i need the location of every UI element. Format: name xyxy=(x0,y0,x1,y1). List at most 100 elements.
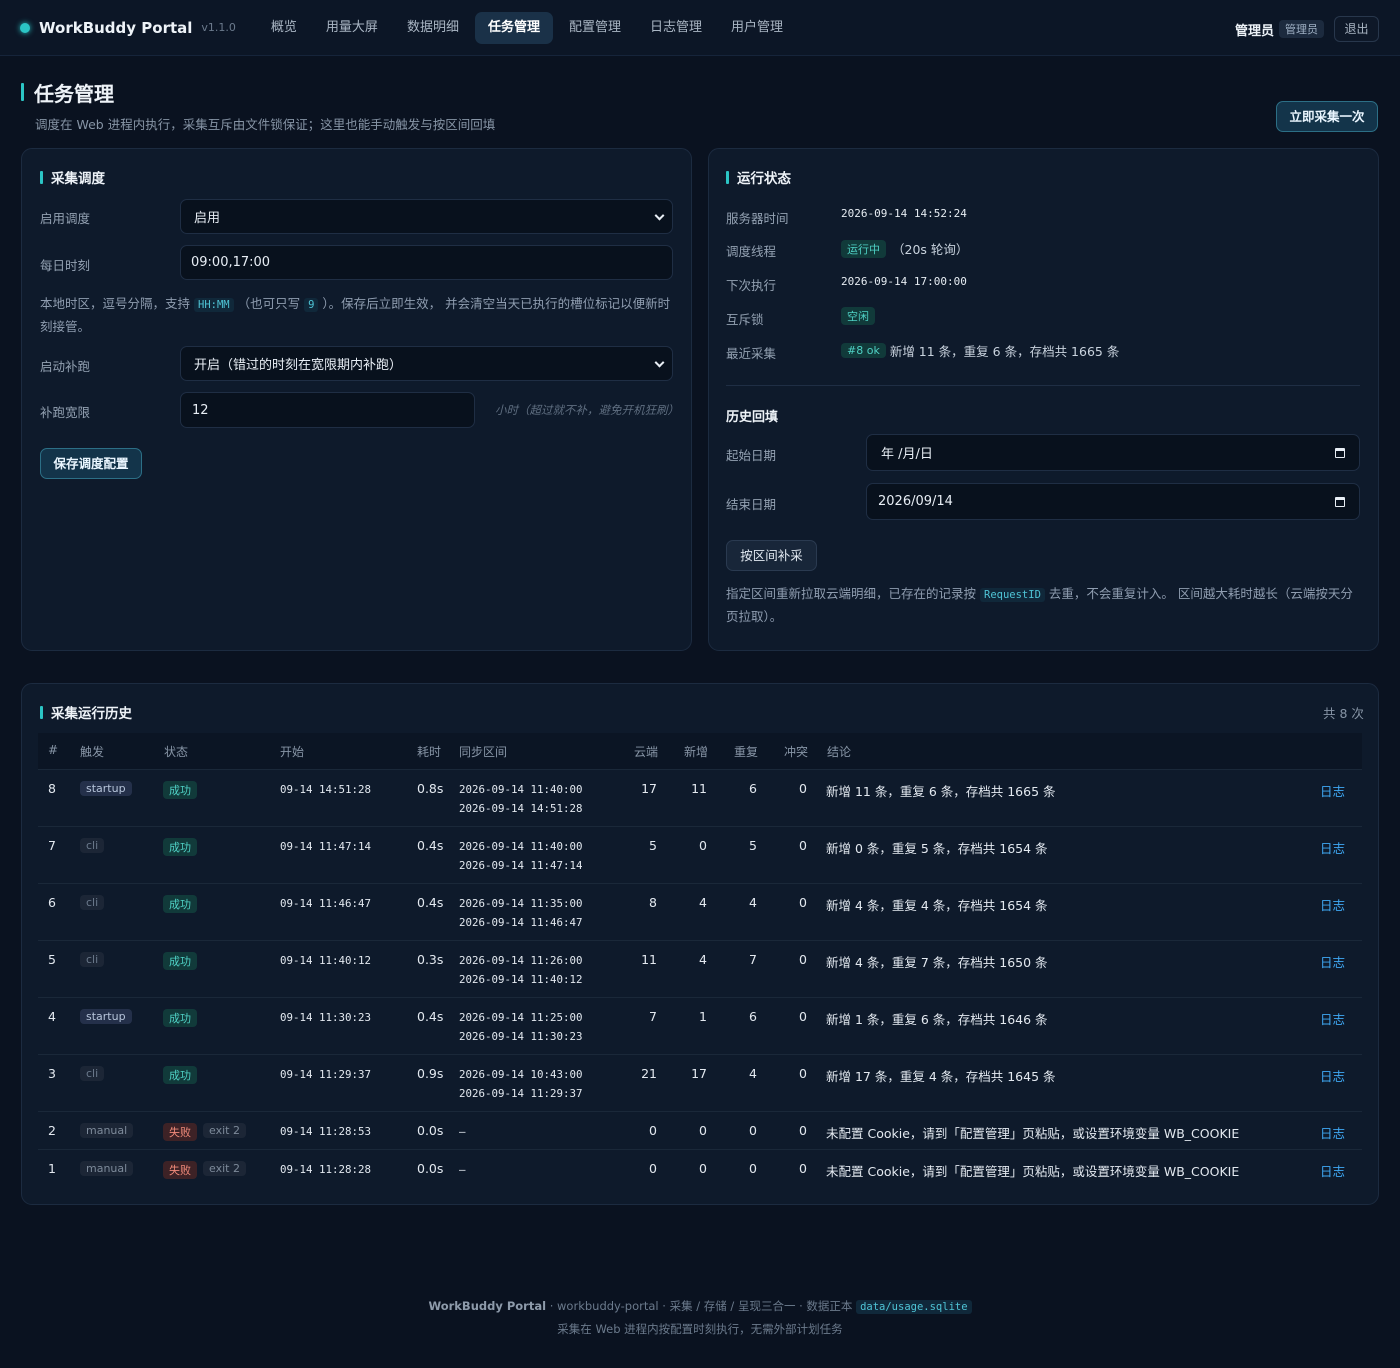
logout-button[interactable]: 退出 xyxy=(1334,16,1379,42)
duration: 0.4s xyxy=(417,1009,444,1024)
history-title-text: 采集运行历史 xyxy=(51,706,132,722)
start-date-label: 起始日期 xyxy=(726,448,777,463)
range-start: 2026-09-14 11:25:00 xyxy=(459,1011,583,1024)
dup-count: 0 xyxy=(749,1123,757,1138)
chevron-down-icon xyxy=(654,210,665,221)
log-link[interactable]: 日志 xyxy=(1320,1161,1345,1180)
calendar-icon[interactable] xyxy=(1335,447,1345,458)
col-result: 结论 xyxy=(827,745,852,759)
user-name: 管理员 xyxy=(1234,23,1274,39)
result-text: 新增 1 条，重复 6 条，存档共 1646 条 xyxy=(826,1012,1048,1027)
calendar-icon[interactable] xyxy=(1335,496,1345,507)
enable-label: 启用调度 xyxy=(40,211,91,226)
result-text: 未配置 Cookie，请到「配置管理」页粘贴，或设置环境变量 WB_COOKIE xyxy=(826,1164,1240,1179)
end-date-label: 结束日期 xyxy=(726,497,777,512)
sync-range: 2026-09-14 11:40:00 2026-09-14 11:47:14 xyxy=(459,837,583,875)
last-collect-label: 最近采集 xyxy=(726,346,777,361)
nav-task-management[interactable]: 任务管理 xyxy=(474,11,553,44)
main-nav: 概览 用量大屏 数据明细 任务管理 配置管理 日志管理 用户管理 xyxy=(258,11,799,44)
start-time: 09-14 11:47:14 xyxy=(280,840,372,853)
last-collect-value: #8 ok 新增 11 条，重复 6 条，存档共 1665 条 xyxy=(841,341,1119,360)
lock-label: 互斥锁 xyxy=(726,312,764,327)
footer-line-1: WorkBuddy Portal · workbuddy-portal · 采集… xyxy=(0,1298,1400,1314)
col-conflict: 冲突 xyxy=(784,745,809,759)
nav-users[interactable]: 用户管理 xyxy=(718,12,796,44)
nav-data-detail[interactable]: 数据明细 xyxy=(394,12,472,44)
start-date-value: 年 /月/日 xyxy=(881,447,933,462)
range-end: 2026-09-14 14:51:28 xyxy=(459,802,583,815)
row-id: 8 xyxy=(48,781,56,796)
range-start: – xyxy=(459,1163,466,1176)
new-count: 4 xyxy=(699,895,707,910)
backfill-hint: 指定区间重新拉取云端明细，已存在的记录按 RequestID 去重，不会重复计入… xyxy=(726,583,1360,627)
log-link[interactable]: 日志 xyxy=(1320,1066,1345,1085)
range-end: 2026-09-14 11:47:14 xyxy=(459,859,583,872)
sync-range: – xyxy=(459,1160,466,1179)
log-link[interactable]: 日志 xyxy=(1320,1009,1345,1028)
collect-now-button[interactable]: 立即采集一次 xyxy=(1276,101,1378,132)
duration: 0.0s xyxy=(417,1161,444,1176)
nav-config[interactable]: 配置管理 xyxy=(556,12,634,44)
status-badge: 成功 xyxy=(163,1066,197,1084)
times-input[interactable]: 09:00,17:00 xyxy=(180,245,673,280)
table-row: 6 cli 成功 09-14 11:46:47 0.4s 2026-09-14 11:35… xyxy=(38,883,1362,940)
range-end: 2026-09-14 11:29:37 xyxy=(459,1087,583,1100)
result-text: 未配置 Cookie，请到「配置管理」页粘贴，或设置环境变量 WB_COOKIE xyxy=(826,1126,1240,1141)
next-run-value: 2026-09-14 17:00:00 xyxy=(841,275,967,288)
status-badge: 成功 xyxy=(163,895,197,913)
backfill-button[interactable]: 按区间补采 xyxy=(726,540,817,571)
col-duration: 耗时 xyxy=(417,745,442,759)
sync-range: 2026-09-14 11:40:00 2026-09-14 14:51:28 xyxy=(459,780,583,818)
save-schedule-button[interactable]: 保存调度配置 xyxy=(40,448,142,479)
start-date-input[interactable]: 年 /月/日 xyxy=(866,434,1360,471)
last-collect-badge: #8 ok xyxy=(841,343,886,358)
footer-line-2: 采集在 Web 进程内按配置时刻执行，无需外部计划任务 xyxy=(557,1322,843,1336)
app-version: v1.1.0 xyxy=(201,21,236,34)
brand[interactable]: WorkBuddy Portal v1.1.0 xyxy=(20,19,236,37)
range-end: 2026-09-14 11:40:12 xyxy=(459,973,583,986)
duration: 0.3s xyxy=(417,952,444,967)
status-title-text: 运行状态 xyxy=(737,171,791,187)
card-accent-bar xyxy=(40,705,43,719)
range-start: – xyxy=(459,1125,466,1138)
backfill-hint-code: RequestID xyxy=(980,588,1045,602)
start-time: 09-14 14:51:28 xyxy=(280,783,372,796)
nav-overview[interactable]: 概览 xyxy=(258,12,310,44)
page-subtitle: 调度在 Web 进程内执行，采集互斥由文件锁保证；这里也能手动触发与按区间回填 xyxy=(35,117,496,132)
col-start: 开始 xyxy=(280,745,305,759)
end-date-input[interactable]: 2026/09/14 xyxy=(866,483,1360,520)
log-link[interactable]: 日志 xyxy=(1320,838,1345,857)
nav-logs[interactable]: 日志管理 xyxy=(637,12,715,44)
trigger-badge: startup xyxy=(80,781,132,796)
cloud-count: 5 xyxy=(649,838,657,853)
nav-dashboard[interactable]: 用量大屏 xyxy=(313,12,391,44)
conflict-count: 0 xyxy=(799,952,807,967)
log-link[interactable]: 日志 xyxy=(1320,781,1345,800)
backfill-title: 历史回填 xyxy=(726,410,779,425)
footer-brand: WorkBuddy Portal xyxy=(428,1299,547,1313)
dup-count: 0 xyxy=(749,1161,757,1176)
page-title-text: 任务管理 xyxy=(34,81,114,106)
last-collect-text: 新增 11 条，重复 6 条，存档共 1665 条 xyxy=(889,344,1120,359)
start-time: 09-14 11:28:28 xyxy=(280,1163,372,1176)
hint-code-9: 9 xyxy=(304,298,319,312)
grace-input[interactable]: 12 xyxy=(180,392,475,428)
range-end: 2026-09-14 11:30:23 xyxy=(459,1030,583,1043)
enable-select[interactable]: 启用 xyxy=(180,199,673,234)
log-link[interactable]: 日志 xyxy=(1320,895,1345,914)
end-date-value: 2026/09/14 xyxy=(878,494,953,509)
cloud-count: 0 xyxy=(649,1161,657,1176)
col-trigger: 触发 xyxy=(80,745,105,759)
log-link[interactable]: 日志 xyxy=(1320,952,1345,971)
trigger-badge: cli xyxy=(80,1066,105,1081)
status-divider xyxy=(726,385,1360,386)
result-text: 新增 0 条，重复 5 条，存档共 1654 条 xyxy=(826,841,1048,856)
card-accent-bar xyxy=(726,170,729,184)
enable-select-value: 启用 xyxy=(194,211,221,226)
log-link[interactable]: 日志 xyxy=(1320,1123,1345,1142)
conflict-count: 0 xyxy=(799,1009,807,1024)
brand-name: WorkBuddy Portal xyxy=(39,18,193,37)
grace-input-value: 12 xyxy=(192,402,209,418)
grace-unit-hint: 小时（超过就不补，避免开机狂刷） xyxy=(495,403,679,417)
catchup-select[interactable]: 开启（错过的时刻在宽限期内补跑） xyxy=(180,346,673,381)
